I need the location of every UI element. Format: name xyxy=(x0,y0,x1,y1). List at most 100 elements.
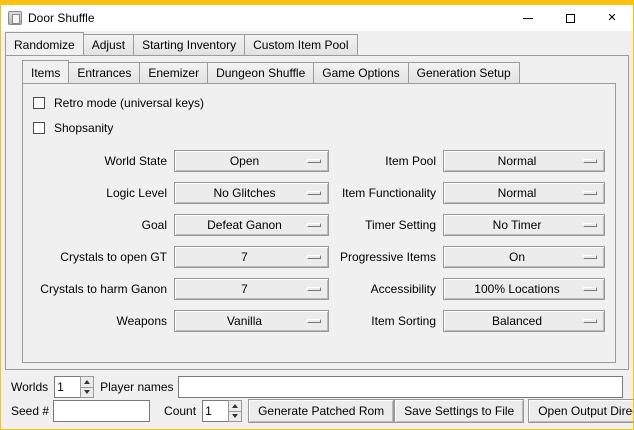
weapons-value: Vanilla xyxy=(227,314,276,328)
window-controls: ✕ xyxy=(507,5,633,31)
dropdown-indicator-icon xyxy=(307,159,321,163)
worlds-spinbox[interactable] xyxy=(54,376,94,398)
settings-notebook: Items Entrances Enemizer Dungeon Shuffle… xyxy=(22,62,616,363)
goal-label: Goal xyxy=(33,218,169,232)
count-spin-buttons xyxy=(228,400,242,422)
tab-generation-setup[interactable]: Generation Setup xyxy=(408,62,520,83)
tab-game-options[interactable]: Game Options xyxy=(313,62,408,83)
close-icon: ✕ xyxy=(607,13,616,24)
dropdown-indicator-icon xyxy=(583,223,597,227)
item-pool-value: Normal xyxy=(498,154,551,168)
item-functionality-dropdown[interactable]: Normal xyxy=(443,182,605,204)
logic-level-dropdown[interactable]: No Glitches xyxy=(174,182,329,204)
goal-dropdown[interactable]: Defeat Ganon xyxy=(174,214,329,236)
item-sorting-label: Item Sorting xyxy=(334,314,438,328)
worlds-spin-buttons xyxy=(80,376,94,398)
item-functionality-label: Item Functionality xyxy=(334,186,438,200)
window-title: Door Shuffle xyxy=(28,11,95,25)
arrow-down-icon xyxy=(232,414,238,418)
shopsanity-label: Shopsanity xyxy=(54,121,113,135)
accessibility-label: Accessibility xyxy=(334,282,438,296)
dropdown-indicator-icon xyxy=(307,191,321,195)
timer-setting-value: No Timer xyxy=(493,218,556,232)
timer-setting-label: Timer Setting xyxy=(334,218,438,232)
bottom-bar: Worlds Player names Seed # Count xyxy=(5,370,629,429)
arrow-down-icon xyxy=(84,390,90,394)
items-panel: Retro mode (universal keys) Shopsanity W… xyxy=(22,83,616,363)
tab-randomize[interactable]: Randomize xyxy=(5,32,84,55)
generate-patched-rom-button[interactable]: Generate Patched Rom xyxy=(248,399,394,423)
randomize-panel: Items Entrances Enemizer Dungeon Shuffle… xyxy=(5,55,629,370)
arrow-up-icon xyxy=(84,380,90,384)
seed-label: Seed # xyxy=(11,404,49,418)
crystals-ganon-value: 7 xyxy=(241,282,262,296)
weapons-dropdown[interactable]: Vanilla xyxy=(174,310,329,332)
count-label: Count xyxy=(164,404,196,418)
spin-down-button[interactable] xyxy=(80,388,94,399)
spin-down-button[interactable] xyxy=(228,412,242,423)
progressive-items-value: On xyxy=(509,250,539,264)
retro-mode-label: Retro mode (universal keys) xyxy=(54,96,204,110)
timer-setting-dropdown[interactable]: No Timer xyxy=(443,214,605,236)
shopsanity-checkbox-row[interactable]: Shopsanity xyxy=(33,115,607,140)
item-sorting-value: Balanced xyxy=(492,314,556,328)
goal-value: Defeat Ganon xyxy=(207,218,296,232)
progressive-items-label: Progressive Items xyxy=(334,250,438,264)
close-button[interactable]: ✕ xyxy=(591,5,633,31)
accessibility-value: 100% Locations xyxy=(474,282,573,296)
player-names-input[interactable] xyxy=(178,376,624,398)
open-output-directory-button[interactable]: Open Output Directory xyxy=(528,399,634,423)
titlebar: Door Shuffle ✕ xyxy=(1,5,633,31)
tab-adjust[interactable]: Adjust xyxy=(83,34,134,55)
minimize-button[interactable] xyxy=(507,5,549,31)
logic-level-label: Logic Level xyxy=(33,186,169,200)
tab-items[interactable]: Items xyxy=(22,60,69,83)
tab-starting-inventory[interactable]: Starting Inventory xyxy=(133,34,245,55)
settings-grid: World State Open Item Pool Normal Logic … xyxy=(33,150,607,332)
tab-custom-item-pool[interactable]: Custom Item Pool xyxy=(244,34,357,55)
spin-up-button[interactable] xyxy=(80,376,94,388)
window-content: Randomize Adjust Starting Inventory Cust… xyxy=(1,31,633,429)
item-sorting-dropdown[interactable]: Balanced xyxy=(443,310,605,332)
tab-entrances[interactable]: Entrances xyxy=(68,62,140,83)
retro-mode-checkbox-row[interactable]: Retro mode (universal keys) xyxy=(33,90,607,115)
crystals-gt-dropdown[interactable]: 7 xyxy=(174,246,329,268)
dropdown-indicator-icon xyxy=(583,191,597,195)
seed-row: Seed # Count Generate Patched Rom Save S… xyxy=(11,399,623,423)
maximize-button[interactable] xyxy=(549,5,591,31)
crystals-gt-value: 7 xyxy=(241,250,262,264)
dropdown-indicator-icon xyxy=(583,319,597,323)
retro-mode-checkbox[interactable] xyxy=(33,97,45,109)
progressive-items-dropdown[interactable]: On xyxy=(443,246,605,268)
arrow-up-icon xyxy=(232,404,238,408)
item-pool-label: Item Pool xyxy=(334,154,438,168)
outer-tab-bar: Randomize Adjust Starting Inventory Cust… xyxy=(5,34,629,55)
seed-input[interactable] xyxy=(53,400,150,422)
crystals-ganon-label: Crystals to harm Ganon xyxy=(33,282,169,296)
save-settings-button[interactable]: Save Settings to File xyxy=(394,399,524,423)
app-window: Door Shuffle ✕ Randomize Adjust Starting… xyxy=(0,0,634,430)
inner-tab-bar: Items Entrances Enemizer Dungeon Shuffle… xyxy=(22,62,616,83)
world-state-dropdown[interactable]: Open xyxy=(174,150,329,172)
item-pool-dropdown[interactable]: Normal xyxy=(443,150,605,172)
minimize-icon xyxy=(523,18,533,19)
crystals-ganon-dropdown[interactable]: 7 xyxy=(174,278,329,300)
player-names-label: Player names xyxy=(100,380,173,394)
tab-enemizer[interactable]: Enemizer xyxy=(139,62,208,83)
accessibility-dropdown[interactable]: 100% Locations xyxy=(443,278,605,300)
tab-dungeon-shuffle[interactable]: Dungeon Shuffle xyxy=(207,62,314,83)
app-icon xyxy=(8,11,22,25)
dropdown-indicator-icon xyxy=(583,159,597,163)
count-spinbox[interactable] xyxy=(202,400,242,422)
shopsanity-checkbox[interactable] xyxy=(33,122,45,134)
dropdown-indicator-icon xyxy=(307,319,321,323)
dropdown-indicator-icon xyxy=(307,287,321,291)
spin-up-button[interactable] xyxy=(228,400,242,412)
worlds-input[interactable] xyxy=(54,376,80,398)
item-functionality-value: Normal xyxy=(498,186,551,200)
dropdown-indicator-icon xyxy=(583,255,597,259)
world-state-label: World State xyxy=(33,154,169,168)
worlds-label: Worlds xyxy=(11,380,48,394)
maximize-icon xyxy=(566,14,575,23)
count-input[interactable] xyxy=(202,400,228,422)
